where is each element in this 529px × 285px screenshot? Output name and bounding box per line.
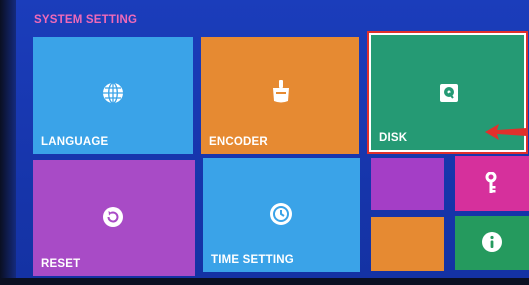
tile-reset[interactable]: RESET <box>33 160 195 276</box>
tile-info[interactable] <box>455 216 529 270</box>
hard-disk-icon <box>435 81 463 105</box>
tile-disk-label: DISK <box>379 132 408 144</box>
tile-key[interactable] <box>455 156 529 211</box>
tile-small-orange[interactable] <box>371 217 444 271</box>
tile-time-setting-label: TIME SETTING <box>211 254 294 266</box>
globe-icon <box>99 81 127 105</box>
key-icon <box>481 170 501 196</box>
tile-small-purple[interactable] <box>371 158 444 210</box>
tile-language[interactable]: LANGUAGE <box>33 37 193 154</box>
tile-encoder[interactable]: ENCODER <box>201 37 359 154</box>
info-icon <box>480 230 504 254</box>
tile-reset-label: RESET <box>41 258 81 270</box>
clock-icon <box>267 200 295 228</box>
page-title: SYSTEM SETTING <box>34 14 138 26</box>
system-setting-screen: SYSTEM SETTING LANGUAGE ENCODER DISK RES… <box>0 0 529 285</box>
tile-language-label: LANGUAGE <box>41 136 109 148</box>
reset-icon <box>99 204 127 230</box>
tile-time-setting[interactable]: TIME SETTING <box>203 158 360 272</box>
tile-encoder-label: ENCODER <box>209 136 268 148</box>
screen-bezel-bottom <box>0 278 529 285</box>
encoder-icon <box>267 77 295 105</box>
pointer-arrow-icon <box>483 122 529 147</box>
screen-bezel-left <box>0 0 16 285</box>
